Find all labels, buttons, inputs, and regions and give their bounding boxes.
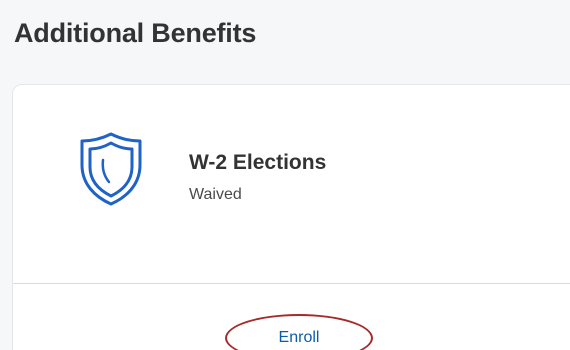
benefit-card: W-2 Elections Waived Enroll	[12, 84, 570, 350]
shield-icon	[79, 132, 143, 206]
benefit-title: W-2 Elections	[189, 151, 327, 174]
benefit-status: Waived	[189, 186, 242, 203]
card-footer: Enroll	[13, 284, 570, 350]
section-title: Additional Benefits	[14, 18, 257, 48]
benefit-card-body: W-2 Elections Waived	[13, 85, 570, 283]
benefits-page: Additional Benefits W-2 Elections Waived…	[0, 0, 570, 350]
enroll-label: Enroll	[278, 329, 320, 346]
enroll-button[interactable]: Enroll	[225, 314, 373, 350]
